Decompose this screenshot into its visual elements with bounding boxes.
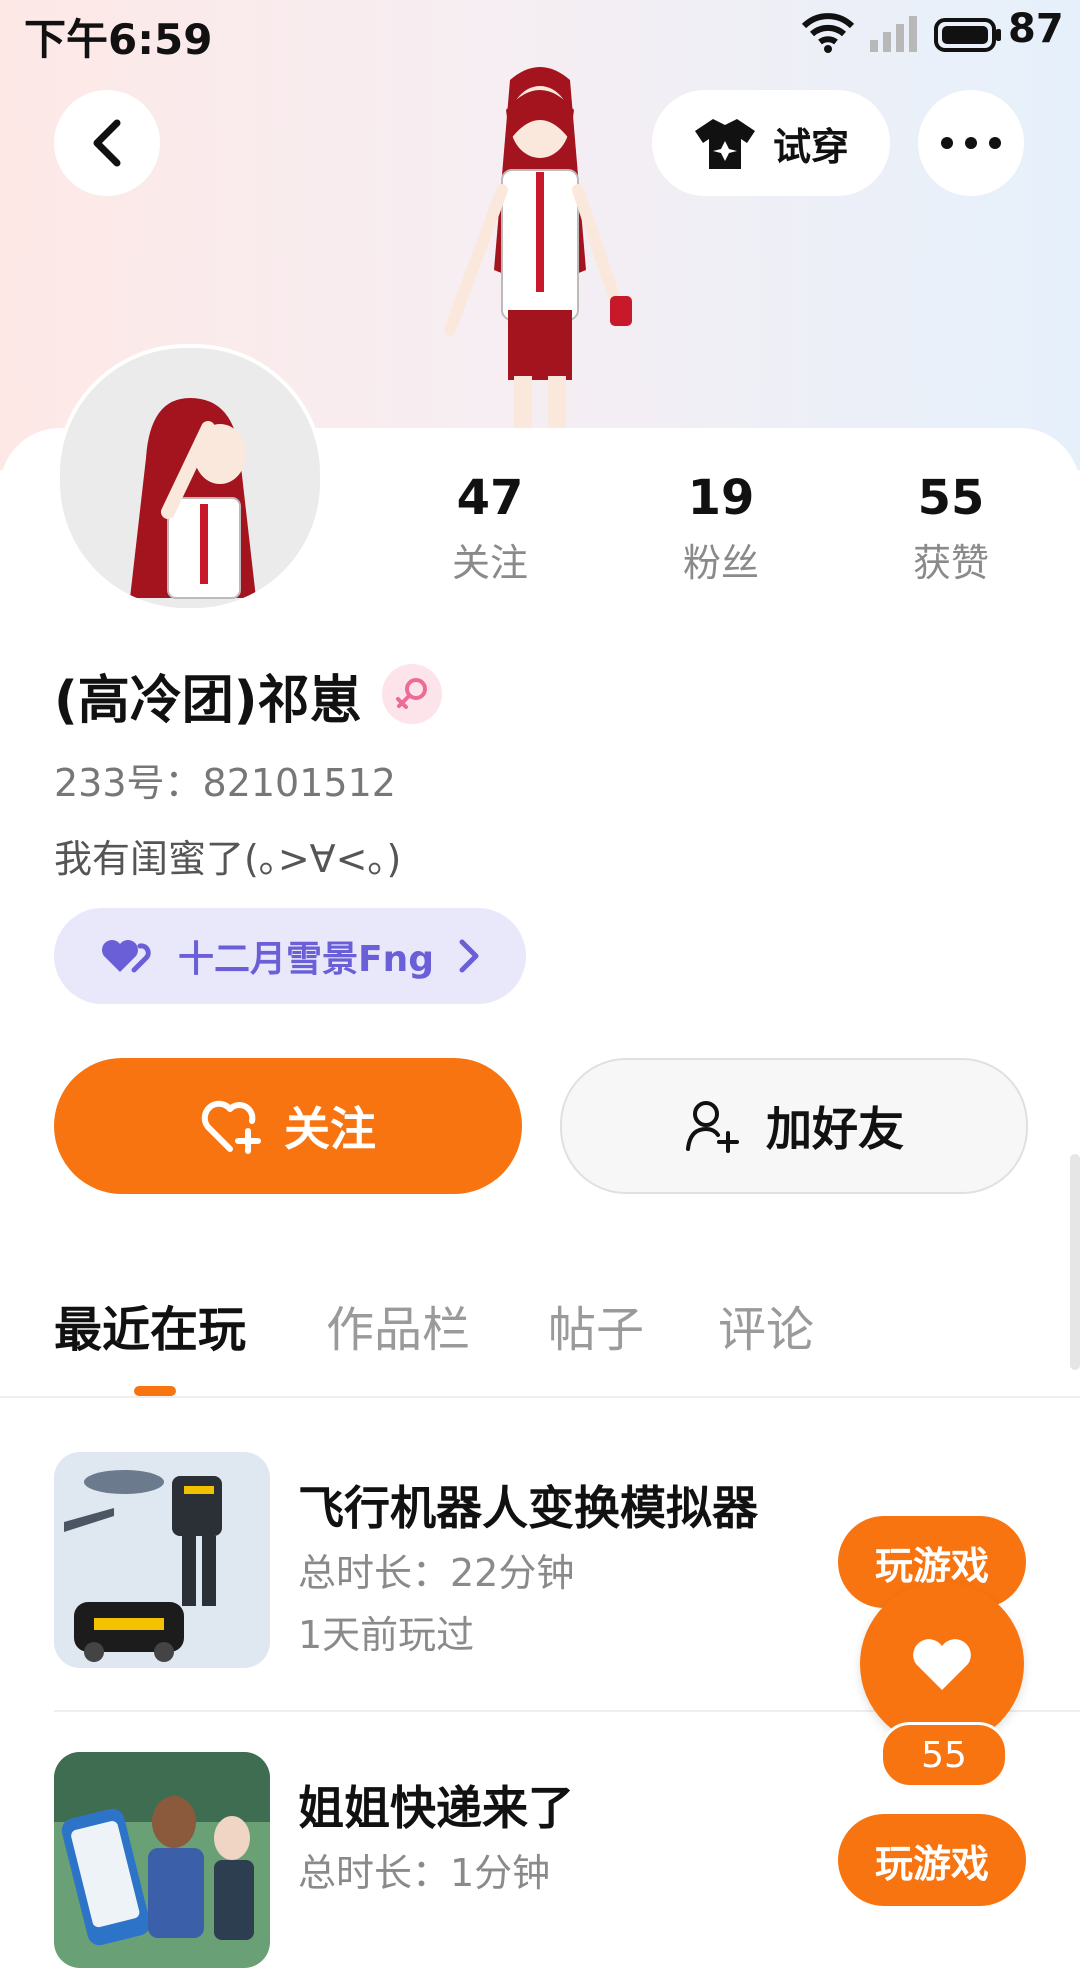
play-game-label: 玩游戏	[874, 1543, 989, 1588]
stat-likes-label: 获赞	[912, 541, 989, 585]
stat-likes[interactable]: 55 获赞	[861, 470, 1041, 587]
try-on-label: 试穿	[772, 124, 849, 169]
username: (高冷团)祁崽	[54, 671, 362, 731]
wifi-icon	[801, 13, 855, 53]
bestie-chip[interactable]: 十二月雪景Fng	[54, 908, 526, 1004]
tab-indicator	[134, 1386, 176, 1396]
add-user-icon	[686, 1101, 739, 1153]
user-id: 233号：82101512	[54, 761, 396, 805]
stat-following-label: 关注	[451, 541, 528, 585]
avatar-image	[60, 348, 320, 608]
battery-level: 87	[1008, 6, 1064, 52]
play-game-button[interactable]: 玩游戏	[838, 1814, 1026, 1906]
follow-button[interactable]: 关注	[54, 1058, 522, 1194]
try-on-button[interactable]: 试穿	[652, 90, 890, 196]
like-count-badge: 55	[880, 1722, 1008, 1788]
bestie-name: 十二月雪景Fng	[178, 939, 434, 980]
play-game-label: 玩游戏	[874, 1841, 989, 1886]
game-duration: 总时长：1分钟	[298, 1851, 551, 1895]
back-button[interactable]	[54, 90, 160, 196]
game-last-played: 1天前玩过	[298, 1613, 475, 1657]
robot-game-image	[54, 1452, 270, 1668]
stat-fans-label: 粉丝	[682, 541, 759, 585]
follow-label: 关注	[284, 1102, 376, 1156]
battery-icon	[934, 18, 1001, 52]
game-title: 姐姐快递来了	[298, 1781, 574, 1835]
bio: 我有闺蜜了(｡>∀<｡)	[54, 837, 402, 881]
double-heart-icon	[102, 940, 151, 973]
scroll-indicator[interactable]	[1070, 1154, 1080, 1370]
stat-likes-count: 55	[917, 470, 985, 526]
stat-fans-count: 19	[687, 470, 755, 526]
tab-posts[interactable]: 帖子	[548, 1290, 644, 1360]
game-duration: 总时长：22分钟	[298, 1551, 575, 1595]
game-thumbnail[interactable]	[54, 1452, 270, 1668]
heart-icon	[913, 1639, 971, 1690]
signal-icon	[870, 16, 917, 52]
game-title: 飞行机器人变换模拟器	[298, 1481, 758, 1535]
avatar-figure-image	[444, 67, 632, 430]
tab-recently-played[interactable]: 最近在玩	[54, 1290, 246, 1360]
more-dots-icon	[941, 137, 1001, 149]
stat-following[interactable]: 47 关注	[400, 470, 580, 587]
stat-following-count: 47	[456, 470, 524, 526]
stat-fans[interactable]: 19 粉丝	[631, 470, 811, 587]
chevron-right-icon	[459, 939, 479, 973]
avatar[interactable]	[56, 344, 324, 612]
heart-plus-icon	[201, 1100, 261, 1154]
add-friend-button[interactable]: 加好友	[560, 1058, 1028, 1194]
status-time: 下午6:59	[24, 15, 213, 64]
chevron-left-icon	[93, 119, 121, 167]
tabs-divider	[0, 1396, 1080, 1398]
tshirt-icon	[694, 119, 755, 169]
tab-comments[interactable]: 评论	[718, 1290, 814, 1360]
more-button[interactable]	[918, 90, 1024, 196]
game-thumbnail[interactable]	[54, 1752, 270, 1968]
female-gender-icon	[382, 664, 442, 724]
tab-works[interactable]: 作品栏	[326, 1290, 470, 1360]
add-friend-label: 加好友	[766, 1102, 904, 1156]
delivery-game-image	[54, 1752, 270, 1968]
